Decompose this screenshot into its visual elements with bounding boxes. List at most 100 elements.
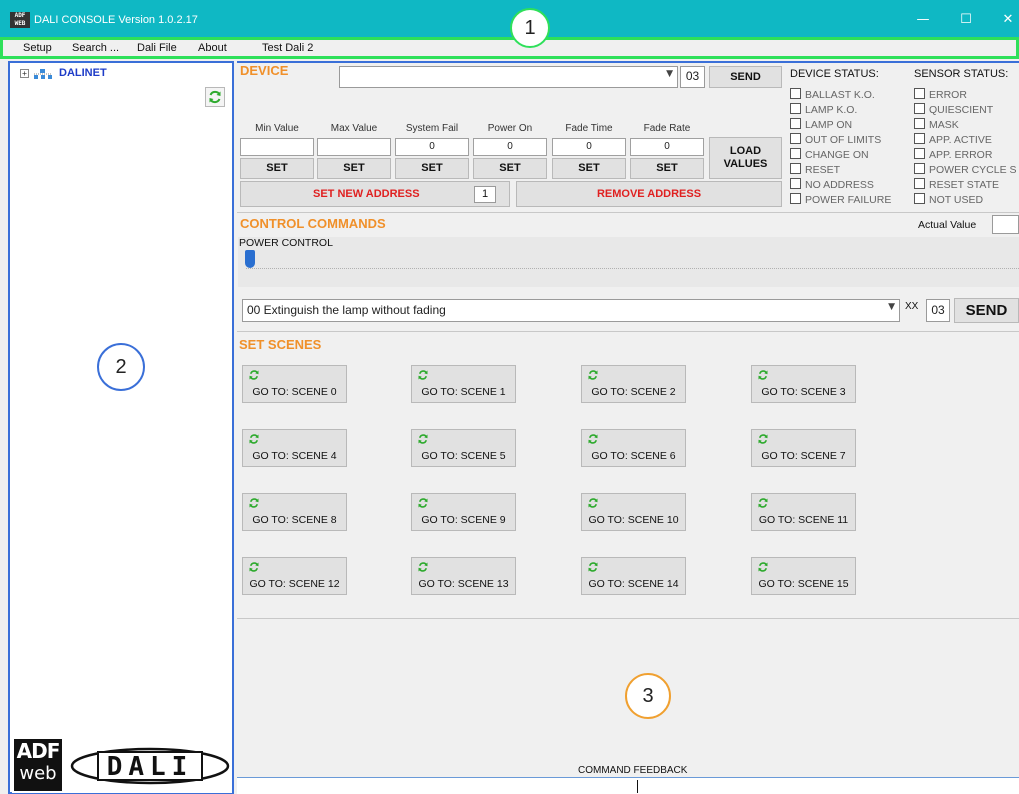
close-button[interactable]: ✕ xyxy=(996,10,1019,30)
minimize-button[interactable]: — xyxy=(911,10,935,30)
command-feedback-field[interactable] xyxy=(237,777,1019,794)
power-control-track[interactable] xyxy=(246,268,1019,270)
refresh-icon xyxy=(758,434,768,444)
set-fade-rate-button[interactable]: SET xyxy=(630,158,704,179)
device-send-button[interactable]: SEND xyxy=(709,66,782,88)
power-on-field[interactable]: 0 xyxy=(473,138,547,156)
menu-bar: Setup Search ... Dali File About Test Da… xyxy=(0,37,1019,59)
status-label: APP. ERROR xyxy=(929,149,993,161)
status-label: NO ADDRESS xyxy=(805,179,874,191)
scene-label: GO TO: SCENE 13 xyxy=(418,578,509,590)
scene-label: GO TO: SCENE 0 xyxy=(252,386,337,398)
scene-label: GO TO: SCENE 1 xyxy=(421,386,506,398)
refresh-icon xyxy=(209,90,221,104)
maximize-button[interactable]: ☐ xyxy=(954,10,978,30)
checkbox xyxy=(914,178,925,189)
set-fade-time-button[interactable]: SET xyxy=(552,158,626,179)
scene-label: GO TO: SCENE 7 xyxy=(761,450,846,462)
scene-13-button[interactable]: GO TO: SCENE 13 xyxy=(411,557,516,595)
power-on-label: Power On xyxy=(487,123,533,134)
adfweb-logo: ADF web xyxy=(14,739,62,791)
set-min-value-button[interactable]: SET xyxy=(240,158,314,179)
fade-time-field[interactable]: 0 xyxy=(552,138,626,156)
scene-12-button[interactable]: GO TO: SCENE 12 xyxy=(242,557,347,595)
status-power-failure: POWER FAILURE xyxy=(790,193,891,208)
scene-0-button[interactable]: GO TO: SCENE 0 xyxy=(242,365,347,403)
remove-address-button[interactable]: REMOVE ADDRESS xyxy=(516,181,782,207)
tree-root-dalinet[interactable]: DALINET xyxy=(59,67,107,79)
scene-10-button[interactable]: GO TO: SCENE 10 xyxy=(581,493,686,531)
device-address-field[interactable]: 03 xyxy=(680,66,705,88)
refresh-icon xyxy=(588,498,598,508)
svg-text:DALI: DALI xyxy=(107,752,194,782)
scene-14-button[interactable]: GO TO: SCENE 14 xyxy=(581,557,686,595)
scene-1-button[interactable]: GO TO: SCENE 1 xyxy=(411,365,516,403)
control-commands-title: CONTROL COMMANDS xyxy=(240,216,386,231)
load-values-line2: VALUES xyxy=(723,158,768,170)
chevron-down-icon: ▼ xyxy=(888,302,895,312)
scene-label: GO TO: SCENE 2 xyxy=(591,386,676,398)
command-send-button[interactable]: SEND xyxy=(954,298,1019,323)
checkbox xyxy=(914,103,925,114)
scene-9-button[interactable]: GO TO: SCENE 9 xyxy=(411,493,516,531)
tree-panel[interactable]: + DALINET ADF web DALI xyxy=(8,61,234,794)
scene-4-button[interactable]: GO TO: SCENE 4 xyxy=(242,429,347,467)
fade-rate-field[interactable]: 0 xyxy=(630,138,704,156)
sensor-app-active: APP. ACTIVE xyxy=(914,133,992,148)
menu-about[interactable]: About xyxy=(198,42,227,54)
max-value-field[interactable] xyxy=(317,138,391,156)
scene-15-button[interactable]: GO TO: SCENE 15 xyxy=(751,557,856,595)
min-value-field[interactable] xyxy=(240,138,314,156)
command-address-field[interactable]: 03 xyxy=(926,299,950,322)
min-value-label: Min Value xyxy=(255,123,299,134)
status-ballast-ko: BALLAST K.O. xyxy=(790,88,875,103)
status-label: MASK xyxy=(929,119,959,131)
set-new-address-button[interactable]: SET NEW ADDRESS 1 xyxy=(240,181,510,207)
command-select[interactable]: 00 Extinguish the lamp without fading ▼ xyxy=(242,299,900,322)
scene-6-button[interactable]: GO TO: SCENE 6 xyxy=(581,429,686,467)
status-reset: RESET xyxy=(790,163,840,178)
set-power-on-button[interactable]: SET xyxy=(473,158,547,179)
scene-label: GO TO: SCENE 4 xyxy=(252,450,337,462)
scene-11-button[interactable]: GO TO: SCENE 11 xyxy=(751,493,856,531)
refresh-icon xyxy=(758,562,768,572)
sensor-power-cycle: POWER CYCLE S xyxy=(914,163,1017,178)
set-scenes-title: SET SCENES xyxy=(239,337,322,352)
status-no-address: NO ADDRESS xyxy=(790,178,874,193)
status-lamp-on: LAMP ON xyxy=(790,118,852,133)
system-fail-label: System Fail xyxy=(405,123,459,134)
scene-3-button[interactable]: GO TO: SCENE 3 xyxy=(751,365,856,403)
menu-search[interactable]: Search ... xyxy=(72,42,119,54)
new-address-field[interactable]: 1 xyxy=(474,186,496,203)
window-title: DALI CONSOLE Version 1.0.2.17 xyxy=(34,14,198,26)
tree-refresh-button[interactable] xyxy=(205,87,225,107)
menu-test-dali-2[interactable]: Test Dali 2 xyxy=(262,42,313,54)
scene-8-button[interactable]: GO TO: SCENE 8 xyxy=(242,493,347,531)
command-select-value: 00 Extinguish the lamp without fading xyxy=(247,303,446,317)
menu-setup[interactable]: Setup xyxy=(23,42,52,54)
scene-label: GO TO: SCENE 3 xyxy=(761,386,846,398)
refresh-icon xyxy=(418,562,428,572)
status-label: POWER CYCLE S xyxy=(929,164,1017,176)
system-fail-field[interactable]: 0 xyxy=(395,138,469,156)
refresh-icon xyxy=(588,370,598,380)
set-max-value-button[interactable]: SET xyxy=(317,158,391,179)
status-label: RESET xyxy=(805,164,841,176)
tree-expand-icon[interactable]: + xyxy=(20,69,29,78)
checkbox xyxy=(790,103,801,114)
adfweb-logo-top: ADF xyxy=(16,739,61,763)
checkbox xyxy=(790,118,801,129)
set-system-fail-button[interactable]: SET xyxy=(395,158,469,179)
command-feedback-label: COMMAND FEEDBACK xyxy=(578,765,688,776)
annotation-1: 1 xyxy=(510,8,550,48)
load-values-button[interactable]: LOAD VALUES xyxy=(709,137,782,179)
scene-2-button[interactable]: GO TO: SCENE 2 xyxy=(581,365,686,403)
scene-7-button[interactable]: GO TO: SCENE 7 xyxy=(751,429,856,467)
device-select[interactable]: ▼ xyxy=(339,66,678,88)
scene-label: GO TO: SCENE 9 xyxy=(421,514,506,526)
scene-5-button[interactable]: GO TO: SCENE 5 xyxy=(411,429,516,467)
power-control-slider-thumb[interactable] xyxy=(245,250,255,268)
checkbox xyxy=(914,148,925,159)
refresh-icon xyxy=(418,370,428,380)
menu-dali-file[interactable]: Dali File xyxy=(137,42,177,54)
